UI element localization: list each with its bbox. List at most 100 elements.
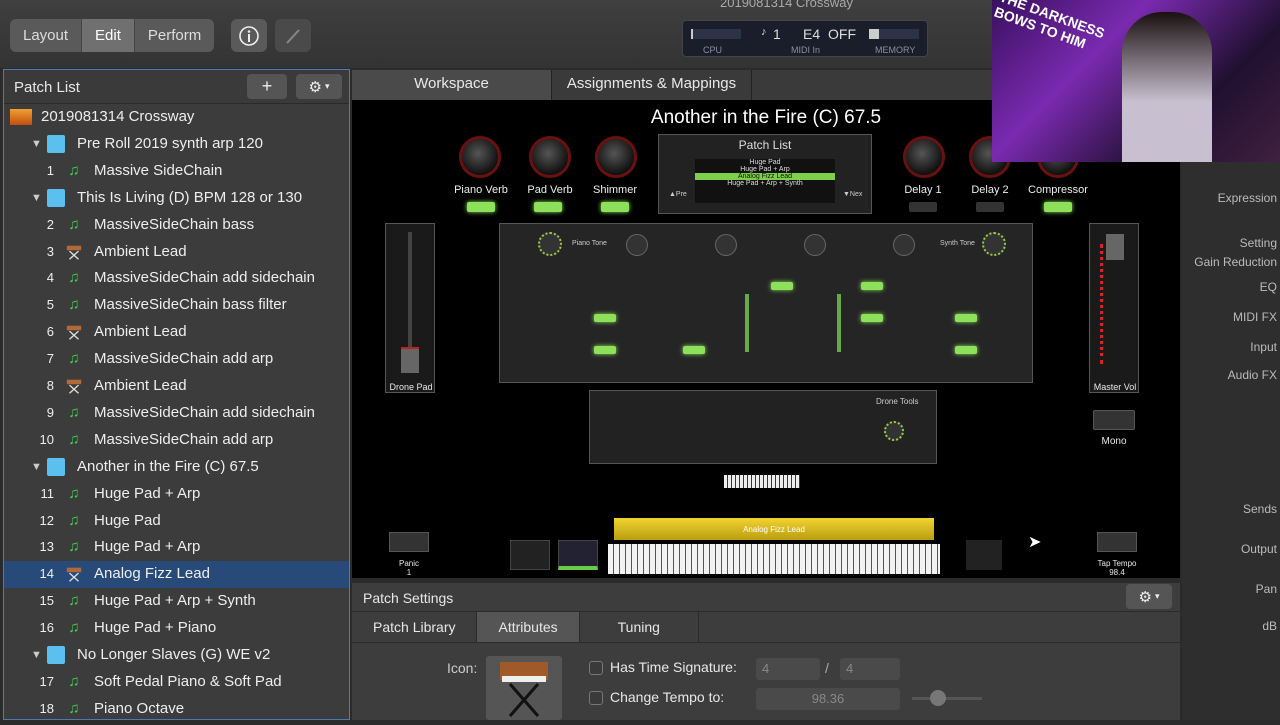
channel-led[interactable] bbox=[861, 282, 883, 290]
tab-workspace[interactable]: Workspace bbox=[352, 70, 552, 100]
patch-row[interactable]: 15 ♫ Huge Pad + Arp + Synth bbox=[4, 588, 349, 615]
channel-led[interactable] bbox=[861, 314, 883, 322]
shimmer-knob[interactable] bbox=[595, 136, 637, 178]
patch-row[interactable]: 14 Analog Fizz Lead bbox=[4, 561, 349, 589]
patch-icon-well[interactable] bbox=[486, 656, 562, 720]
patch-number: 16 bbox=[39, 620, 54, 636]
widget-item[interactable]: Huge Pad + Arp bbox=[695, 166, 835, 173]
time-signature-numerator[interactable]: 4 bbox=[756, 658, 820, 680]
patch-row[interactable]: 1 ♫ Massive SideChain bbox=[4, 158, 349, 185]
set-row[interactable]: ▼ No Longer Slaves (G) WE v2 bbox=[4, 642, 349, 669]
tempo-slider[interactable] bbox=[912, 697, 982, 700]
pitch-wheel[interactable] bbox=[510, 540, 550, 570]
patch-name: Massive SideChain bbox=[94, 161, 223, 179]
fader-handle[interactable] bbox=[401, 347, 419, 373]
time-signature-checkbox[interactable] bbox=[589, 661, 603, 675]
edit-mode-button[interactable]: Edit bbox=[82, 19, 135, 52]
tempo-slider-thumb[interactable] bbox=[930, 690, 946, 706]
midi-icon: ♪ bbox=[761, 26, 767, 38]
channel-knob[interactable] bbox=[626, 234, 648, 256]
info-button[interactable] bbox=[231, 19, 267, 52]
channel-led[interactable] bbox=[955, 346, 977, 354]
patch-row[interactable]: 9 ♫ MassiveSideChain add sidechain bbox=[4, 400, 349, 427]
patch-row[interactable]: 8 Ambient Lead bbox=[4, 373, 349, 400]
patch-name: MassiveSideChain add sidechain bbox=[94, 269, 315, 287]
synth-tone-knob[interactable] bbox=[982, 232, 1006, 256]
set-row[interactable]: ▼ This Is Living (D) BPM 128 or 130 bbox=[4, 185, 349, 212]
compressor-led[interactable] bbox=[1044, 202, 1072, 212]
disclosure-triangle-icon[interactable]: ▼ bbox=[31, 649, 42, 661]
pad-verb-led[interactable] bbox=[534, 202, 562, 212]
channel-led[interactable] bbox=[771, 282, 793, 290]
widget-next-button[interactable]: ▼Nex bbox=[843, 191, 862, 198]
patch-row[interactable]: 7 ♫ MassiveSideChain add arp bbox=[4, 346, 349, 373]
channel-knob[interactable] bbox=[804, 234, 826, 256]
patch-list-widget[interactable]: Patch List Huge Pad Huge Pad + Arp Analo… bbox=[658, 134, 872, 214]
perform-mode-button[interactable]: Perform bbox=[135, 19, 214, 52]
patch-list-gear-button[interactable]: ⚙ ▾ bbox=[296, 74, 342, 99]
tab-attributes[interactable]: Attributes bbox=[477, 612, 580, 642]
sustain-pedal-icon[interactable] bbox=[966, 540, 1002, 570]
tab-patch-library[interactable]: Patch Library bbox=[352, 612, 478, 642]
tab-tuning[interactable]: Tuning bbox=[580, 612, 699, 642]
piano-tone-knob[interactable] bbox=[538, 232, 562, 256]
set-row[interactable]: ▼ Another in the Fire (C) 67.5 bbox=[4, 454, 349, 481]
shimmer-led[interactable] bbox=[601, 202, 629, 212]
channel-led[interactable] bbox=[955, 314, 977, 322]
set-row[interactable]: ▼ Pre Roll 2019 synth arp 120 bbox=[4, 131, 349, 158]
disclosure-triangle-icon[interactable]: ▼ bbox=[31, 461, 42, 473]
channel-led[interactable] bbox=[594, 346, 616, 354]
change-tempo-checkbox[interactable] bbox=[589, 691, 603, 705]
channel-knob[interactable] bbox=[715, 234, 737, 256]
time-signature-denominator[interactable]: 4 bbox=[840, 658, 900, 680]
patch-row[interactable]: 4 ♫ MassiveSideChain add sidechain bbox=[4, 265, 349, 292]
delay1-led[interactable] bbox=[909, 202, 937, 212]
mono-button[interactable] bbox=[1093, 410, 1135, 430]
piano-verb-knob[interactable] bbox=[459, 136, 501, 178]
tuner-button[interactable] bbox=[275, 19, 311, 52]
widget-prev-button[interactable]: ▲Pre bbox=[669, 191, 687, 198]
patch-row[interactable]: 3 Ambient Lead bbox=[4, 239, 349, 266]
pad-verb-knob[interactable] bbox=[529, 136, 571, 178]
patch-row[interactable]: 17 ♫ Soft Pedal Piano & Soft Pad bbox=[4, 669, 349, 696]
patch-row[interactable]: 18 ♫ Piano Octave bbox=[4, 696, 349, 723]
widget-item-selected[interactable]: Analog Fizz Lead bbox=[695, 173, 835, 180]
concert-row[interactable]: 2019081314 Crossway bbox=[4, 104, 349, 131]
disclosure-triangle-icon[interactable]: ▼ bbox=[31, 192, 42, 204]
delay2-led[interactable] bbox=[976, 202, 1004, 212]
patch-row[interactable]: 11 ♫ Huge Pad + Arp bbox=[4, 481, 349, 508]
patch-row[interactable]: 16 ♫ Huge Pad + Piano bbox=[4, 615, 349, 642]
widget-item[interactable]: Huge Pad + Arp + Synth bbox=[695, 180, 835, 187]
channel-led[interactable] bbox=[594, 314, 616, 322]
mod-wheel[interactable] bbox=[558, 540, 598, 570]
concert-icon bbox=[10, 109, 32, 125]
tap-tempo-button[interactable] bbox=[1097, 532, 1137, 552]
tab-assignments[interactable]: Assignments & Mappings bbox=[552, 70, 752, 100]
patch-settings-gear-button[interactable]: ⚙ ▾ bbox=[1126, 584, 1172, 609]
fader-handle[interactable] bbox=[1106, 234, 1124, 260]
panic-button[interactable] bbox=[389, 532, 429, 552]
piano-verb-led[interactable] bbox=[467, 202, 495, 212]
patch-row[interactable]: 10 ♫ MassiveSideChain add arp bbox=[4, 427, 349, 454]
drone-pad-fader[interactable]: Drone Pad bbox=[385, 223, 435, 393]
patch-number: 2 bbox=[46, 216, 54, 232]
delay1-knob[interactable] bbox=[903, 136, 945, 178]
widget-item[interactable]: Huge Pad bbox=[695, 159, 835, 166]
cutoff-knob[interactable] bbox=[884, 421, 904, 441]
patch-row[interactable]: 12 ♫ Huge Pad bbox=[4, 508, 349, 535]
channel-led[interactable] bbox=[683, 346, 705, 354]
tempo-field[interactable]: 98.36 bbox=[756, 688, 900, 710]
patch-name: Soft Pedal Piano & Soft Pad bbox=[94, 672, 282, 690]
patch-number: 9 bbox=[46, 404, 54, 420]
keyboard[interactable] bbox=[608, 544, 940, 574]
patch-row[interactable]: 13 ♫ Huge Pad + Arp bbox=[4, 534, 349, 561]
master-vol-fader[interactable]: Master Vol bbox=[1089, 223, 1139, 393]
add-patch-button[interactable]: + bbox=[247, 74, 287, 99]
channel-knob[interactable] bbox=[893, 234, 915, 256]
disclosure-triangle-icon[interactable]: ▼ bbox=[31, 138, 42, 150]
presenter-image bbox=[1122, 12, 1212, 162]
patch-row[interactable]: 6 Ambient Lead bbox=[4, 319, 349, 346]
patch-row[interactable]: 5 ♫ MassiveSideChain bass filter bbox=[4, 292, 349, 319]
layout-mode-button[interactable]: Layout bbox=[10, 19, 83, 52]
patch-row[interactable]: 2 ♫ MassiveSideChain bass bbox=[4, 212, 349, 239]
